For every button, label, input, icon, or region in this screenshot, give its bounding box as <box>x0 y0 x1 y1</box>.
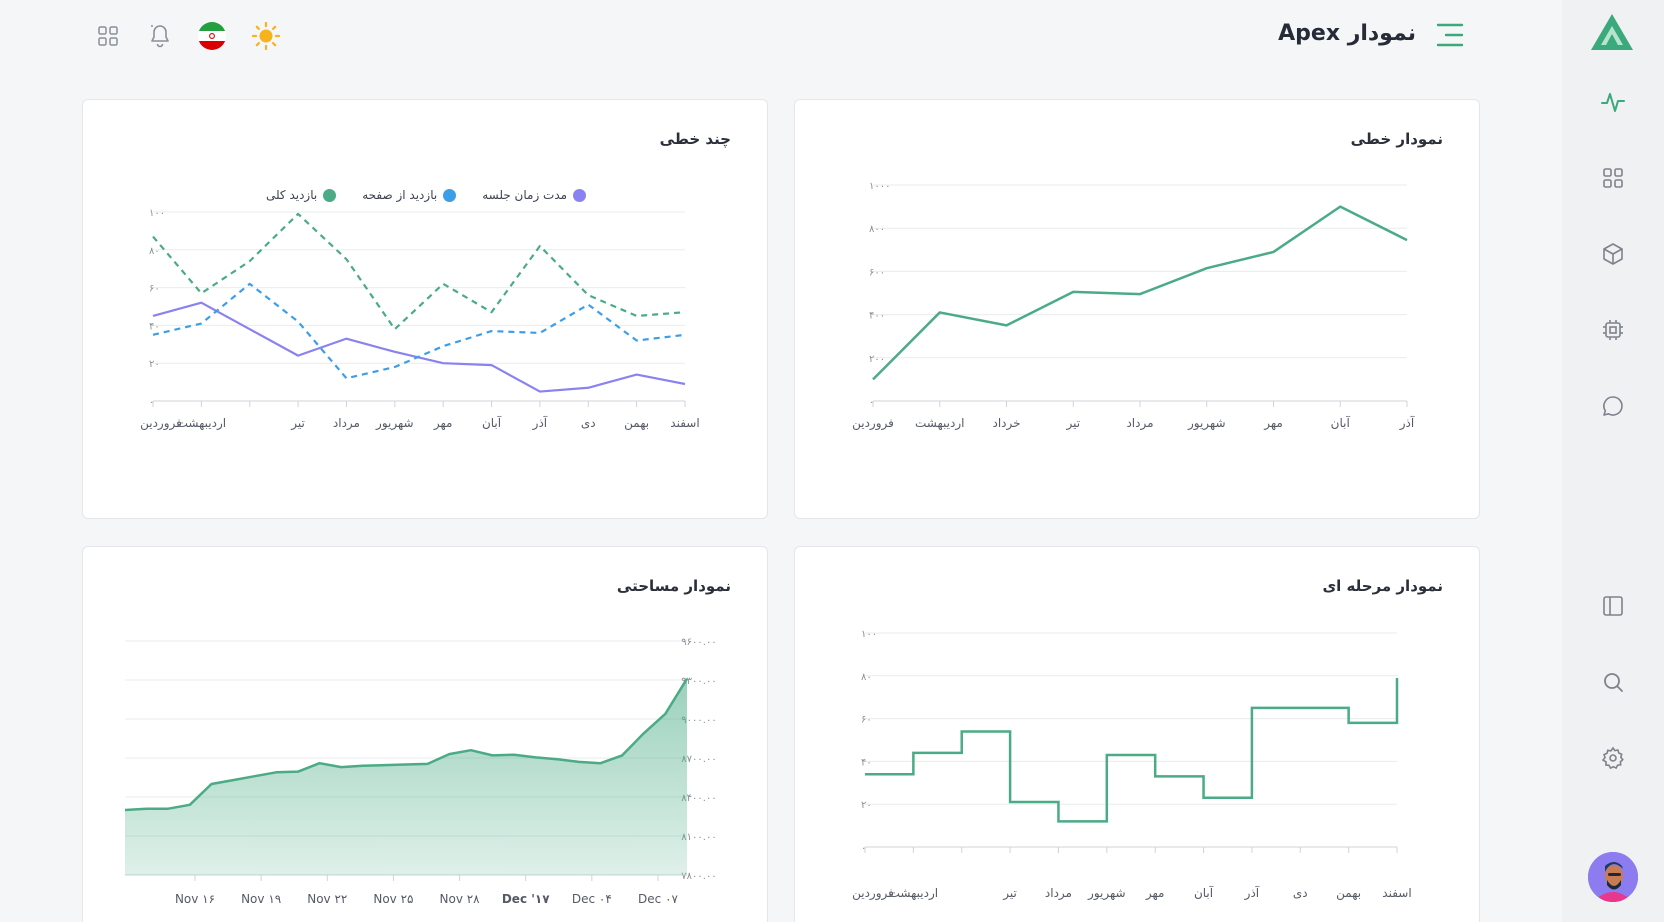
step-series <box>865 677 1399 823</box>
chat-icon[interactable] <box>1599 392 1627 420</box>
y-tick-label: ۰ <box>861 843 866 854</box>
line-chart-card: نمودار خطی ۰ ۲۰۰ ۴۰۰ ۶۰۰ ۸۰۰ ۱۰۰۰ فروردین اردیب… <box>794 99 1480 519</box>
x-tick-label: فروردین <box>140 416 182 431</box>
x-tick-label: Nov ۲۵ <box>373 892 413 906</box>
x-tick-label: خرداد <box>992 416 1020 431</box>
x-tick-label: شهریور <box>1187 416 1226 431</box>
x-tick-label: آبان <box>482 415 502 430</box>
dashboard-icon[interactable] <box>1599 164 1627 192</box>
x-tick-label: مرداد <box>333 416 360 431</box>
brand-logo[interactable] <box>1589 12 1635 52</box>
x-tick-label: فروردین <box>852 886 894 901</box>
y-tick-label: ۰ <box>149 397 154 408</box>
x-tick-label: آذر <box>532 415 548 431</box>
line-series <box>152 282 686 380</box>
x-tick-label: شهریور <box>375 416 414 431</box>
y-tick-label: ۲۰ <box>861 800 872 811</box>
area-chart-card: نمودار مساحتی ۷۸۰۰.۰۰ ۸۱۰۰.۰۰ ۸۴۰۰.۰۰ ۸۷۰۰.… <box>82 546 768 922</box>
x-tick-label: اردیبهشت <box>915 416 964 431</box>
line-series <box>152 301 686 393</box>
y-tick-label: ۲۰ <box>149 359 160 370</box>
x-tick-label: آبان <box>1331 415 1351 430</box>
x-tick-label: دی <box>1293 886 1308 900</box>
page-title: نمودار Apex <box>1278 21 1416 46</box>
y-tick-label: ۹۶۰۰.۰۰ <box>681 637 716 648</box>
area-fill <box>125 678 687 875</box>
x-tick-label: مرداد <box>1045 886 1072 901</box>
x-tick-label: Dec ۰۷ <box>638 892 678 906</box>
x-tick-label: شهریور <box>1087 886 1126 901</box>
x-tick-label: فروردین <box>852 416 894 431</box>
x-tick-label: آبان <box>1194 885 1214 900</box>
activity-icon[interactable] <box>1599 88 1627 116</box>
sidebar-rail <box>1562 0 1664 922</box>
x-tick-label: Nov ۲۸ <box>440 892 481 906</box>
x-tick-label: بهمن <box>624 416 649 431</box>
x-tick-label: اسفند <box>670 416 699 430</box>
x-tick-label: اسفند <box>1382 886 1411 900</box>
x-tick-label: Dec ۰۴ <box>572 892 612 906</box>
area-chart: ۷۸۰۰.۰۰۸۱۰۰.۰۰۸۴۰۰.۰۰۸۷۰۰.۰۰۹۰۰۰.۰۰۹۳۰۰.… <box>124 637 717 906</box>
y-tick-label: ۶۰ <box>149 284 160 295</box>
bell-icon[interactable] <box>144 20 176 52</box>
y-tick-label: ۸۰ <box>149 246 160 257</box>
multi-line-chart-card: چند خطی مدت زمان جلسه بازدید از صفحه باز… <box>82 99 768 519</box>
y-tick-label: ۶۰۰ <box>869 267 885 278</box>
y-tick-label: ۱۰۰ <box>861 629 877 640</box>
y-tick-label: ۱۰۰ <box>149 208 165 219</box>
search-icon[interactable] <box>1599 668 1627 696</box>
y-tick-label: ۸۰ <box>861 672 872 683</box>
y-tick-label: ۲۰۰ <box>869 354 885 365</box>
x-tick-label: بهمن <box>1336 886 1361 901</box>
y-tick-label: ۱۰۰۰ <box>869 181 890 192</box>
x-tick-label: آذر <box>1244 885 1260 901</box>
x-tick-label: تیر <box>290 416 305 431</box>
chip-icon[interactable] <box>1599 316 1627 344</box>
x-tick-label: دی <box>581 416 596 430</box>
x-tick-label: Nov ۲۲ <box>307 892 347 906</box>
app-root: نمودار Apex نمودار خطی ۰ ۲۰۰ ۴۰۰ ۶۰۰ ۸۰۰ ۱۰۰۰… <box>0 0 1664 922</box>
x-tick-label: تیر <box>1002 886 1017 901</box>
apps-grid-icon[interactable] <box>92 20 124 52</box>
y-tick-label: ۸۰۰ <box>869 224 885 235</box>
line-series <box>152 212 686 331</box>
x-tick-label: Nov ۱۹ <box>241 892 281 906</box>
cube-icon[interactable] <box>1599 240 1627 268</box>
y-tick-label: ۶۰ <box>861 715 872 726</box>
x-tick-label: مهر <box>433 416 453 431</box>
settings-icon[interactable] <box>1599 744 1627 772</box>
line-series <box>872 205 1408 381</box>
x-tick-label: Dec '۱۷ <box>502 892 550 906</box>
y-tick-label: ۴۰۰ <box>869 311 885 322</box>
x-tick-label: مرداد <box>1126 416 1153 431</box>
step-chart-card: نمودار مرحله ای ۰ ۲۰ ۴۰ ۶۰ ۸۰ ۱۰۰ فروردین اردیب… <box>794 546 1480 922</box>
sun-icon[interactable] <box>250 20 282 52</box>
iran-flag-icon[interactable] <box>196 20 228 52</box>
x-tick-label: Nov ۱۶ <box>175 892 215 906</box>
y-tick-label: ۰ <box>869 397 874 408</box>
x-tick-label: تیر <box>1065 416 1080 431</box>
layout-icon[interactable] <box>1599 592 1627 620</box>
user-avatar[interactable] <box>1588 852 1638 902</box>
multi-line-chart: ۰ ۲۰ ۴۰ ۶۰ ۸۰ ۱۰۰ فروردیناردیبهشت تیر مرداد شهریو… <box>140 208 700 431</box>
y-tick-label: ۴۰ <box>861 757 872 768</box>
y-tick-label: ۴۰ <box>149 321 160 332</box>
x-tick-label: مهر <box>1263 416 1283 431</box>
x-tick-label: اردیبهشت <box>177 416 226 431</box>
x-tick-label: آذر <box>1399 415 1415 431</box>
step-chart: ۰ ۲۰ ۴۰ ۶۰ ۸۰ ۱۰۰ فروردیناردیبهشت تیر مرداد شهریو… <box>852 629 1412 901</box>
line-chart: ۰ ۲۰۰ ۴۰۰ ۶۰۰ ۸۰۰ ۱۰۰۰ فروردین اردیبهشت خرداد تیر… <box>852 181 1415 431</box>
x-tick-label: مهر <box>1145 886 1165 901</box>
x-tick-label: اردیبهشت <box>889 886 938 901</box>
menu-toggle-icon[interactable] <box>1436 22 1464 48</box>
